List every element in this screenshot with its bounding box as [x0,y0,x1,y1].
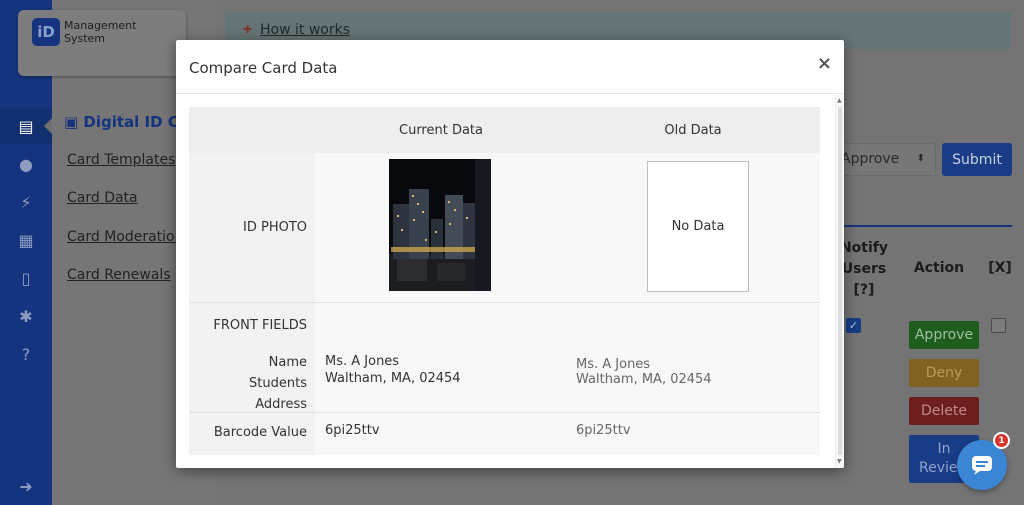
sidebar-link-card-templates[interactable]: Card Templates [67,152,175,168]
id-card-icon[interactable]: ▤ [0,108,52,144]
deny-button[interactable]: Deny [909,359,979,387]
approve-button[interactable]: Approve [909,321,979,349]
notification-badge: 1 [993,432,1010,449]
id-photo-label-cell: ID PHOTO [189,153,315,302]
comparison-header-row: Current Data Old Data [189,107,820,153]
modal-header: Compare Card Data × [176,40,844,94]
current-barcode: 6pi25ttv [325,423,380,438]
current-data-header: Current Data [399,123,483,138]
close-icon[interactable]: × [817,53,832,74]
old-data-header: Old Data [664,123,722,138]
old-id-photo-placeholder: No Data [647,161,749,292]
old-barcode: 6pi25ttv [576,423,631,438]
chevron-updown-icon: ⬍ [916,153,925,164]
notify-users-header: Notify Users [?] [839,240,889,298]
scroll-up-icon[interactable]: ▲ [837,97,842,104]
logo-card: iD Management System [18,10,186,76]
scroll-thumb[interactable] [838,107,842,455]
chat-icon[interactable]: ● [0,146,52,182]
action-header: Action [913,260,965,276]
logo-text: Management System [64,19,137,45]
logo-icon: iD [32,18,60,46]
barcode-label: Barcode Value [213,425,307,440]
old-front-fields: Ms. A Jones Waltham, MA, 02454 [576,357,712,387]
compare-card-data-modal: Compare Card Data × Current Data Old Dat… [176,40,844,468]
front-fields-label-cell: FRONT FIELDS Name Students Address [189,303,315,412]
modal-body: Current Data Old Data ID PHOTO No Data F… [176,95,844,468]
modal-scrollbar[interactable]: ▲ ▼ [835,95,844,468]
barcode-values: 6pi25ttv 6pi25ttv [315,413,820,455]
sign-out-icon[interactable]: ➜ [0,468,52,504]
current-front-fields: Ms. A Jones Waltham, MA, 02454 [325,354,461,386]
plus-icon: ✚ [243,23,253,36]
sidebar-link-card-data[interactable]: Card Data [67,190,138,206]
sidebar-link-card-moderation[interactable]: Card Moderation [67,229,184,245]
scroll-down-icon[interactable]: ▼ [837,458,842,465]
modal-title: Compare Card Data [189,59,338,77]
notify-users-checkbox[interactable]: ✓ [846,318,861,333]
row-select-checkbox[interactable] [991,318,1006,333]
how-it-works-link[interactable]: How it works [260,22,350,38]
current-id-photo [389,159,491,291]
document-icon[interactable]: ▯ [0,260,52,296]
plug-icon[interactable]: ⚡ [0,184,52,220]
id-photo-label: ID PHOTO [243,220,307,235]
sidebar-link-card-renewals[interactable]: Card Renewals [67,267,171,283]
delete-button[interactable]: Delete [909,397,979,425]
barcode-label-cell: Barcode Value [189,413,315,455]
select-all-header[interactable]: [X] [988,260,1012,276]
submit-button[interactable]: Submit [942,143,1012,176]
bulk-action-select[interactable]: Approve ⬍ [830,143,936,176]
help-icon[interactable]: ? [0,336,52,372]
table-top-border [830,225,1012,227]
front-fields-label: FRONT FIELDS [213,318,307,333]
front-fields-values: Ms. A Jones Waltham, MA, 02454 Ms. A Jon… [315,303,820,412]
building-icon[interactable]: ▦ [0,222,52,258]
gear-icon[interactable]: ✱ [0,298,52,334]
name-address-labels: Name Students Address [249,355,307,412]
